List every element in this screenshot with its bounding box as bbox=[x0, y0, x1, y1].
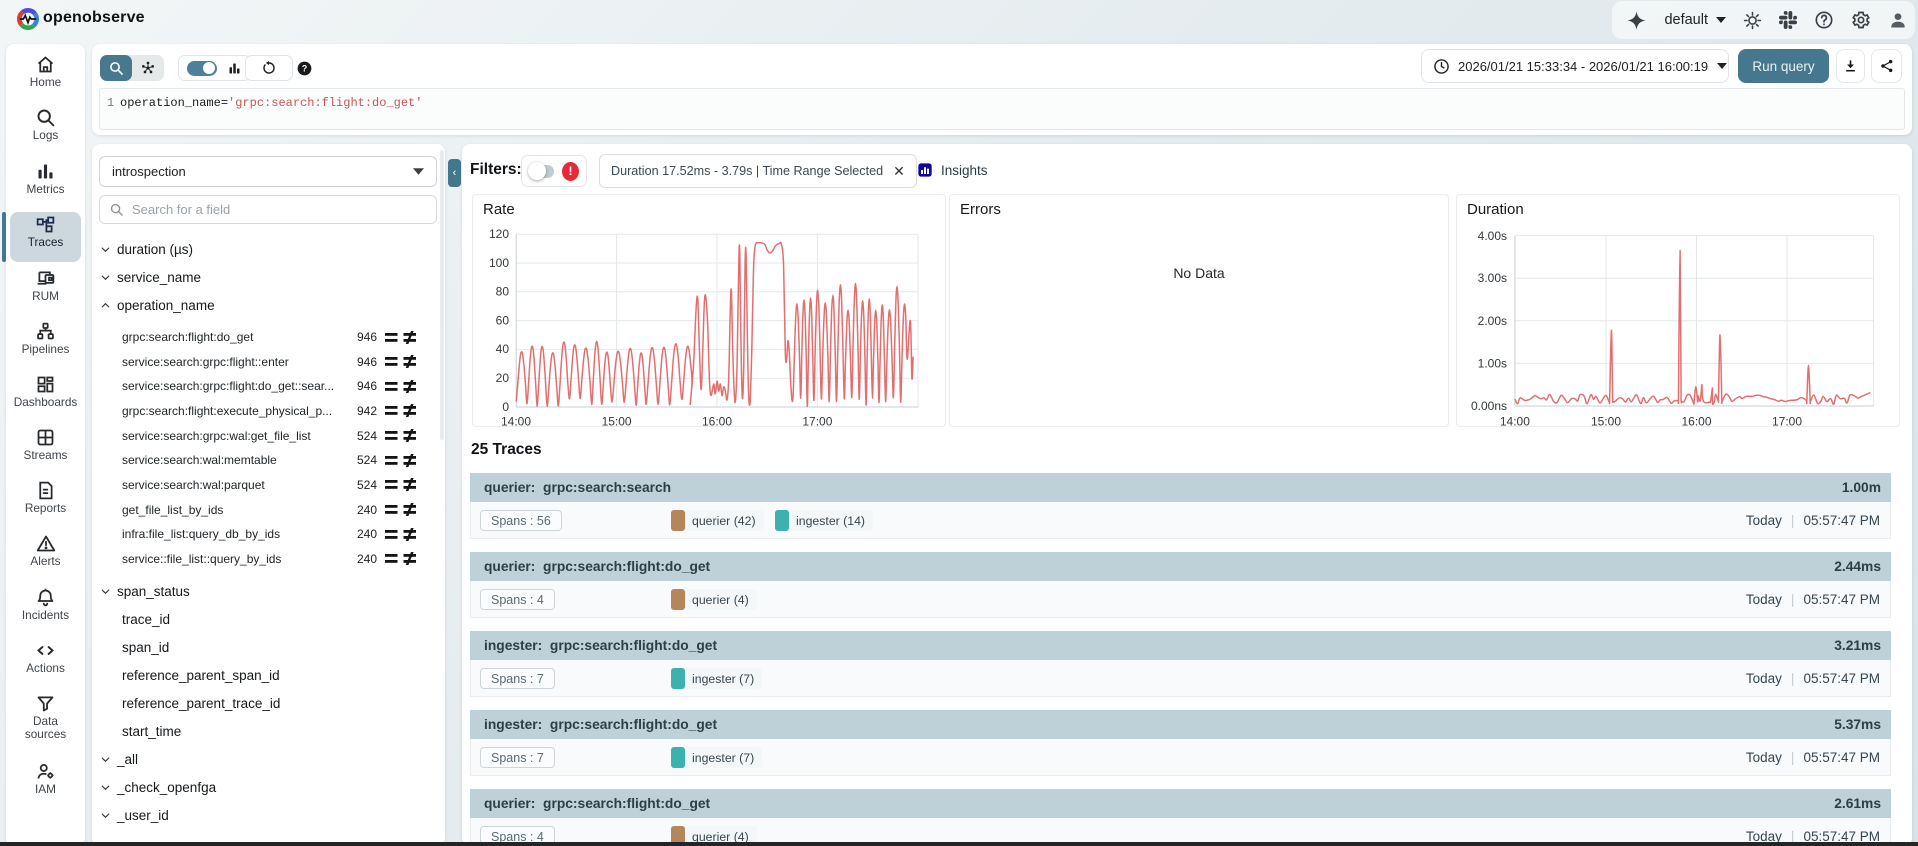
svg-text:14:00: 14:00 bbox=[1500, 415, 1530, 429]
svg-text:14:00: 14:00 bbox=[501, 415, 531, 429]
svg-text:17:00: 17:00 bbox=[1772, 415, 1802, 429]
svg-text:3.00s: 3.00s bbox=[1478, 271, 1507, 285]
svg-text:40: 40 bbox=[496, 342, 510, 356]
svg-text:17:00: 17:00 bbox=[802, 415, 832, 429]
svg-text:2.00s: 2.00s bbox=[1478, 314, 1507, 328]
svg-text:15:00: 15:00 bbox=[602, 415, 632, 429]
svg-text:16:00: 16:00 bbox=[1681, 415, 1711, 429]
svg-text:60: 60 bbox=[496, 314, 510, 328]
svg-text:100: 100 bbox=[489, 256, 509, 270]
svg-text:20: 20 bbox=[496, 371, 510, 385]
svg-text:4.00s: 4.00s bbox=[1478, 229, 1507, 243]
svg-text:1.00s: 1.00s bbox=[1478, 357, 1507, 371]
svg-text:16:00: 16:00 bbox=[702, 415, 732, 429]
svg-text:0.00ns: 0.00ns bbox=[1471, 399, 1507, 413]
svg-text:80: 80 bbox=[496, 285, 510, 299]
svg-text:15:00: 15:00 bbox=[1591, 415, 1621, 429]
svg-text:0: 0 bbox=[502, 400, 509, 414]
svg-text:?: ? bbox=[302, 64, 307, 74]
svg-text:120: 120 bbox=[489, 227, 509, 241]
